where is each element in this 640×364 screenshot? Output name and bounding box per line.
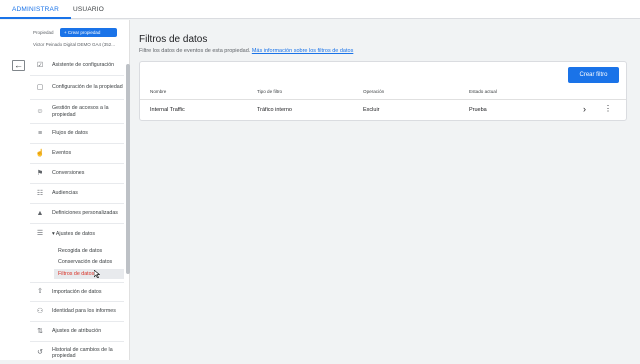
nav-data-import[interactable]: ⇧ Importación de datos xyxy=(30,282,124,302)
nav-setup-assistant[interactable]: ☑ Asistente de configuración xyxy=(30,56,124,76)
nav-events[interactable]: ☝ Eventos xyxy=(30,144,124,164)
tab-user[interactable]: USUARIO xyxy=(73,0,104,19)
nav-property-settings[interactable]: ▢ Configuración de la propiedad xyxy=(30,76,124,100)
column-header-state: Estado actual xyxy=(469,89,497,94)
nav-property-change-history[interactable]: ↺ Historial de cambios de la propiedad xyxy=(30,342,124,364)
chevron-right-icon[interactable]: › xyxy=(583,104,586,114)
table-cell-state: Prueba xyxy=(469,107,487,113)
learn-more-link[interactable]: Más información sobre los filtros de dat… xyxy=(252,48,354,54)
nav-conversions[interactable]: ⚑ Conversiones xyxy=(30,164,124,184)
create-property-button[interactable]: + Crear propiedad xyxy=(60,28,117,37)
database-icon: ☰ xyxy=(36,230,44,237)
property-label: Propiedad xyxy=(33,30,54,35)
page-title: Filtros de datos xyxy=(139,34,208,45)
back-arrow-icon[interactable]: ← xyxy=(12,60,25,71)
nav-access-management[interactable]: ☺ Gestión de accesos a la propiedad xyxy=(30,100,124,124)
page-description: Filtre los datos de eventos de esta prop… xyxy=(139,48,354,54)
data-filters-table-card: Crear filtro Nombre Tipo de filtro Opera… xyxy=(139,61,627,121)
history-icon: ↺ xyxy=(37,349,43,356)
tab-admin[interactable]: ADMINISTRAR xyxy=(0,0,71,19)
admin-left-panel: Propiedad + Crear propiedad Victor Peina… xyxy=(0,20,130,360)
nav-data-streams[interactable]: ≡ Flujos de datos xyxy=(30,124,124,144)
property-name[interactable]: Victor Peinado Digital DEMO GA4 (352... xyxy=(33,42,115,47)
nav-audiences[interactable]: ☷ Audiencias xyxy=(30,184,124,204)
mouse-cursor-icon xyxy=(94,270,100,278)
table-cell-operation: Excluir xyxy=(363,107,380,113)
flag-icon: ⚑ xyxy=(36,169,44,177)
chevron-down-icon: ▾ xyxy=(52,230,55,237)
attribution-icon: ⇅ xyxy=(37,327,43,335)
events-icon: ☝ xyxy=(35,149,45,157)
table-cell-name[interactable]: Internal Traffic xyxy=(150,107,185,113)
nav-data-settings[interactable]: ☰ ▾ Ajustes de datos xyxy=(30,224,124,244)
column-header-name: Nombre xyxy=(150,89,167,94)
nav-reporting-identity[interactable]: ⚇ Identidad para los informes xyxy=(30,302,124,322)
left-panel-scrollbar[interactable] xyxy=(126,64,130,274)
sub-item-data-retention[interactable]: Conservación de datos xyxy=(54,257,124,267)
identity-icon: ⚇ xyxy=(36,307,44,315)
custom-definitions-icon: ▲ xyxy=(36,209,44,217)
top-tab-bar: ADMINISTRAR USUARIO xyxy=(0,0,640,19)
upload-icon: ⇧ xyxy=(37,288,43,295)
sub-item-data-filters[interactable]: Filtros de datos xyxy=(54,269,124,279)
table-cell-type: Tráfico interno xyxy=(257,107,292,113)
checklist-icon: ☑ xyxy=(36,61,44,69)
sub-item-data-collection[interactable]: Recogida de datos xyxy=(54,246,124,256)
create-filter-button[interactable]: Crear filtro xyxy=(568,67,619,83)
nav-attribution-settings[interactable]: ⇅ Ajustes de atribución xyxy=(30,322,124,342)
column-header-operation: Operación xyxy=(363,89,385,94)
people-icon: ☺ xyxy=(36,107,44,115)
more-vert-icon[interactable]: ⋮ xyxy=(604,104,612,114)
column-header-filter-type: Tipo de filtro xyxy=(257,89,283,94)
audiences-icon: ☷ xyxy=(36,189,44,197)
property-settings-icon: ▢ xyxy=(36,83,44,91)
data-streams-icon: ≡ xyxy=(37,129,43,137)
header-divider xyxy=(140,99,626,100)
nav-custom-definitions[interactable]: ▲ Definiciones personalizadas xyxy=(30,204,124,224)
